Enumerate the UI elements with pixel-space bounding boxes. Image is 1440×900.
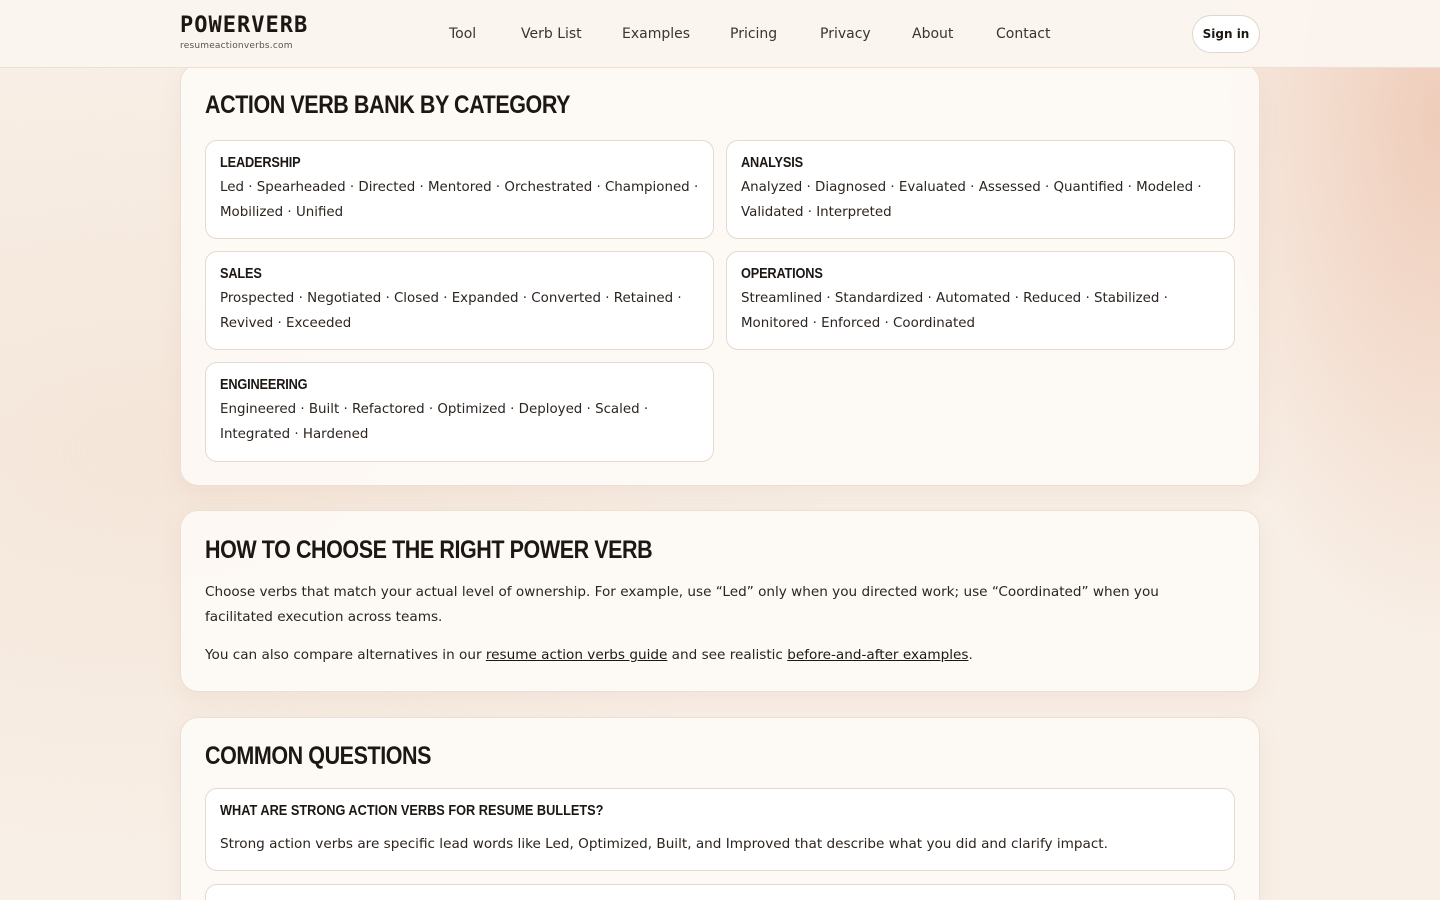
brand-logo[interactable]: POWERVERB resumeactionverbs.com — [180, 12, 308, 52]
nav-link-tool[interactable]: Tool — [449, 24, 476, 44]
category-card-analysis: ANALYSIS Analyzed · Diagnosed · Evaluate… — [726, 140, 1235, 239]
nav-link-pricing[interactable]: Pricing — [730, 24, 777, 44]
compare-paragraph: You can also compare alternatives in our… — [205, 643, 1225, 668]
category-card-engineering: ENGINEERING Engineered · Built · Refacto… — [205, 362, 714, 462]
nav-link-examples[interactable]: Examples — [622, 24, 690, 44]
category-verbs: Led · Spearheaded · Directed · Mentored … — [220, 180, 699, 220]
nav-link-contact[interactable]: Contact — [996, 24, 1050, 44]
category-title: ENGINEERING — [220, 376, 308, 393]
category-title: ANALYSIS — [741, 154, 803, 171]
compare-text-middle: and see realistic — [667, 647, 788, 663]
faq-item[interactable]: WHAT ARE STRONG ACTION VERBS FOR RESUME … — [205, 788, 1235, 871]
category-card-operations: OPERATIONS Streamlined · Standardized · … — [726, 251, 1235, 350]
category-title: OPERATIONS — [741, 265, 823, 282]
verb-bank-title: ACTION VERB BANK BY CATEGORY — [205, 91, 571, 119]
brand-name: POWERVERB — [180, 13, 309, 38]
category-verbs: Analyzed · Diagnosed · Evaluated · Asses… — [741, 180, 1202, 220]
compare-text-before: You can also compare alternatives in our — [205, 647, 486, 663]
category-card-sales: SALES Prospected · Negotiated · Closed ·… — [205, 251, 714, 350]
category-verbs: Engineered · Built · Refactored · Optimi… — [220, 402, 649, 442]
brand-domain: resumeactionverbs.com — [180, 41, 293, 51]
category-card-leadership: LEADERSHIP Led · Spearheaded · Directed … — [205, 140, 714, 239]
sign-in-button[interactable]: Sign in — [1192, 15, 1260, 53]
faq-answer: Strong action verbs are specific lead wo… — [220, 836, 1108, 852]
faq-section: COMMON QUESTIONS WHAT ARE STRONG ACTION … — [180, 717, 1260, 900]
category-verbs: Streamlined · Standardized · Automated ·… — [741, 291, 1168, 331]
nav-link-verb-list[interactable]: Verb List — [521, 24, 582, 44]
faq-item-next[interactable] — [205, 884, 1235, 900]
faq-question: WHAT ARE STRONG ACTION VERBS FOR RESUME … — [220, 802, 604, 819]
category-title: SALES — [220, 265, 262, 282]
before-after-examples-link[interactable]: before-and-after examples — [787, 647, 968, 663]
nav-link-privacy[interactable]: Privacy — [820, 24, 871, 44]
nav-link-about[interactable]: About — [912, 24, 953, 44]
category-title: LEADERSHIP — [220, 154, 301, 171]
faq-title: COMMON QUESTIONS — [205, 742, 432, 770]
choose-verb-title: HOW TO CHOOSE THE RIGHT POWER VERB — [205, 536, 653, 564]
site-header: POWERVERB resumeactionverbs.com Tool Ver… — [0, 0, 1440, 68]
compare-text-after: . — [968, 647, 973, 663]
category-verbs: Prospected · Negotiated · Closed · Expan… — [220, 291, 682, 331]
choose-verb-paragraph: Choose verbs that match your actual leve… — [205, 584, 1159, 625]
choose-verb-section: HOW TO CHOOSE THE RIGHT POWER VERB Choos… — [180, 510, 1260, 692]
verbs-guide-link[interactable]: resume action verbs guide — [486, 647, 668, 663]
verb-bank-section: ACTION VERB BANK BY CATEGORY LEADERSHIP … — [180, 64, 1260, 486]
